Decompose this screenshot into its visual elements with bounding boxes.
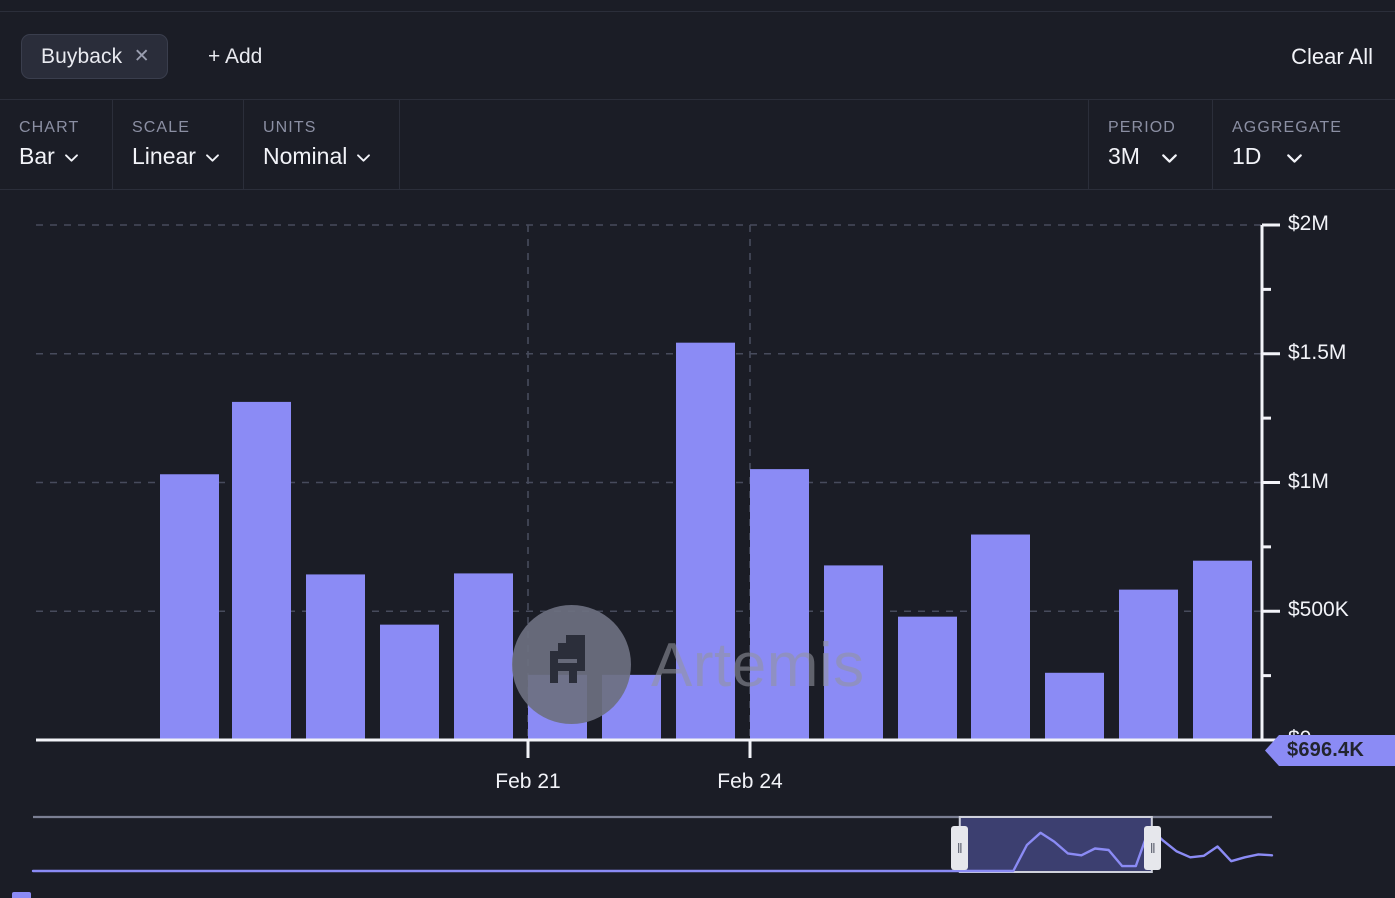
control-chart-type-value: Bar bbox=[19, 143, 55, 170]
control-scale-value: Linear bbox=[132, 143, 196, 170]
y-axis-tick-label: $1.5M bbox=[1288, 341, 1346, 365]
close-icon[interactable]: ✕ bbox=[133, 47, 150, 66]
bar[interactable] bbox=[1193, 561, 1252, 740]
chart-gridlines bbox=[36, 225, 1262, 740]
bar[interactable] bbox=[380, 625, 439, 740]
bar[interactable] bbox=[1119, 590, 1178, 740]
chevron-down-icon bbox=[1162, 154, 1175, 162]
chevron-down-icon bbox=[357, 154, 370, 162]
add-metric-button[interactable]: + Add bbox=[202, 34, 268, 79]
range-handle-right-grip: ‖ bbox=[1150, 841, 1155, 855]
bar[interactable] bbox=[306, 574, 365, 740]
current-price-badge: $696.4K bbox=[1265, 735, 1395, 766]
range-brush-content bbox=[33, 817, 1272, 872]
control-units-label: UNITS bbox=[263, 119, 399, 137]
bar-chart-plot[interactable] bbox=[0, 190, 1395, 800]
control-aggregate[interactable]: AGGREGATE 1D bbox=[1213, 100, 1395, 190]
range-brush-svg[interactable] bbox=[0, 800, 1395, 898]
control-scale-label: SCALE bbox=[132, 119, 243, 137]
x-axis-tick-label: Feb 24 bbox=[717, 770, 782, 794]
current-price-value: $696.4K bbox=[1287, 739, 1364, 762]
control-aggregate-value: 1D bbox=[1232, 143, 1261, 170]
range-handle-right[interactable]: ‖ bbox=[1144, 826, 1161, 870]
control-period-value: 3M bbox=[1108, 143, 1140, 170]
x-axis-tick-label: Feb 21 bbox=[495, 770, 560, 794]
bar-chart-svg[interactable] bbox=[0, 190, 1395, 800]
metric-chip-buyback[interactable]: Buyback ✕ bbox=[21, 34, 168, 79]
y-axis-tick-label: $1M bbox=[1288, 470, 1329, 494]
bar[interactable] bbox=[232, 402, 291, 740]
bar[interactable] bbox=[898, 617, 957, 740]
artemis-chart-app: Buyback ✕ + Add Clear All CHART Bar SCAL… bbox=[0, 0, 1395, 898]
control-period[interactable]: PERIOD 3M bbox=[1089, 100, 1213, 190]
control-chart-type-label: CHART bbox=[19, 119, 112, 137]
control-chart-type[interactable]: CHART Bar bbox=[0, 100, 113, 190]
y-axis-tick-label: $500K bbox=[1288, 598, 1349, 622]
range-handle-left-grip: ‖ bbox=[957, 841, 962, 855]
bar[interactable] bbox=[454, 573, 513, 740]
control-units-value: Nominal bbox=[263, 143, 347, 170]
chart-control-bar: CHART Bar SCALE Linear UNITS Nominal bbox=[0, 99, 1395, 190]
control-bar-spacer bbox=[400, 100, 1089, 189]
range-brush[interactable] bbox=[0, 800, 1395, 898]
y-axis-tick-label: $2M bbox=[1288, 212, 1329, 236]
control-units[interactable]: UNITS Nominal bbox=[244, 100, 400, 190]
metric-chip-row: Buyback ✕ + Add Clear All bbox=[0, 12, 1395, 99]
control-aggregate-label: AGGREGATE bbox=[1232, 119, 1395, 137]
chevron-down-icon bbox=[65, 154, 78, 162]
chevron-down-icon bbox=[206, 154, 219, 162]
artemis-logo-mark-icon bbox=[545, 633, 600, 689]
metric-chip-label: Buyback bbox=[41, 45, 122, 69]
control-period-label: PERIOD bbox=[1108, 119, 1212, 137]
bar[interactable] bbox=[160, 474, 219, 740]
clear-all-button[interactable]: Clear All bbox=[1291, 34, 1373, 79]
chart-area[interactable]: Artemis $0$500K$1M$1.5M$2M Feb 21Feb 24 … bbox=[0, 190, 1395, 800]
bar[interactable] bbox=[971, 535, 1030, 740]
control-scale[interactable]: SCALE Linear bbox=[113, 100, 244, 190]
legend-color-swatch bbox=[12, 892, 31, 898]
bar[interactable] bbox=[1045, 673, 1104, 740]
chevron-down-icon bbox=[1287, 154, 1300, 162]
range-handle-left[interactable]: ‖ bbox=[951, 826, 968, 870]
watermark-label: Artemis bbox=[651, 630, 865, 701]
